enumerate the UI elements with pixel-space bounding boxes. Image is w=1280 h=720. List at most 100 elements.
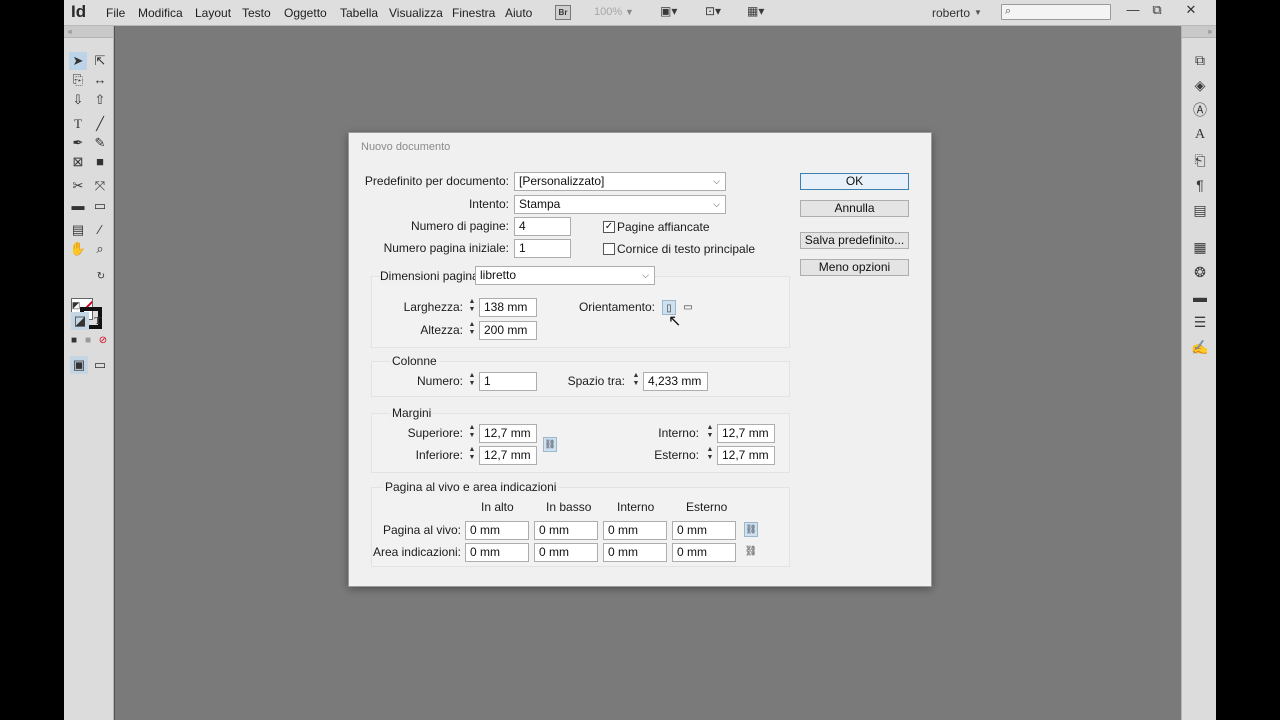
facing-pages-checkbox[interactable]: ✓ xyxy=(603,221,615,233)
margin-inside-input[interactable]: 12,7 mm xyxy=(717,424,775,443)
gradient-panel-icon[interactable]: ▬ xyxy=(1190,287,1210,307)
selection-tool-icon[interactable]: ➤ xyxy=(69,52,87,70)
ok-button[interactable]: OK xyxy=(800,173,909,190)
note-tool-icon[interactable]: ▤ xyxy=(69,221,87,239)
type-tool-icon[interactable]: T xyxy=(69,115,87,133)
menu-finestra[interactable]: Finestra xyxy=(452,6,495,20)
columns-number-input[interactable]: 1 xyxy=(479,372,537,391)
table-panel-icon[interactable]: ▦ xyxy=(1190,237,1210,257)
restore-button[interactable]: ⧉ xyxy=(1146,2,1168,20)
swatches-panel-icon[interactable]: ❂ xyxy=(1190,262,1210,282)
direct-selection-tool-icon[interactable]: ⇱ xyxy=(91,52,109,70)
paragraph-panel-icon[interactable]: ¶ xyxy=(1190,175,1210,195)
menu-layout[interactable]: Layout xyxy=(195,6,231,20)
margin-bottom-stepper[interactable]: ▲ ▼ xyxy=(467,446,477,465)
menu-oggetto[interactable]: Oggetto xyxy=(284,6,327,20)
story-panel-icon[interactable]: ▤ xyxy=(1190,200,1210,220)
pen-tool-icon[interactable]: ✒ xyxy=(69,134,87,152)
margin-outside-input[interactable]: 12,7 mm xyxy=(717,446,775,465)
bleed-bottom-input[interactable]: 0 mm xyxy=(534,521,598,540)
gradient-swatch-tool-icon[interactable]: ▬ xyxy=(69,197,87,215)
intent-select[interactable]: Stampa ⌵ xyxy=(514,195,726,214)
content-collector-icon[interactable]: ⇩ xyxy=(69,91,87,109)
screen-mode-icon[interactable]: ⊡▾ xyxy=(705,4,721,22)
screen-mode-menu-icon[interactable]: ▭ xyxy=(91,356,109,374)
zoom-tool-icon[interactable]: ⌕ xyxy=(91,240,109,258)
slug-bottom-input[interactable]: 0 mm xyxy=(534,543,598,562)
content-placer-icon[interactable]: ⇧ xyxy=(91,91,109,109)
bleed-top-input[interactable]: 0 mm xyxy=(465,521,529,540)
menu-aiuto[interactable]: Aiuto xyxy=(505,6,532,20)
page-size-select[interactable]: libretto ⌵ xyxy=(475,266,655,285)
gutter-stepper[interactable]: ▲ ▼ xyxy=(631,372,641,391)
bleed-outside-input[interactable]: 0 mm xyxy=(672,521,736,540)
fewer-options-button[interactable]: Meno opzioni xyxy=(800,259,909,276)
swap-colors-icon[interactable]: ↻ xyxy=(92,268,110,286)
bleed-inside-input[interactable]: 0 mm xyxy=(603,521,667,540)
minimize-button[interactable]: — xyxy=(1122,2,1144,20)
menu-visualizza[interactable]: Visualizza xyxy=(389,6,443,20)
rectangle-frame-tool-icon[interactable]: ⊠ xyxy=(69,153,87,171)
pages-input[interactable]: 4 xyxy=(514,217,571,236)
page-tool-icon[interactable]: ⎘ xyxy=(69,71,87,89)
user-name[interactable]: roberto xyxy=(932,6,970,20)
normal-view-icon[interactable]: ▣ xyxy=(70,356,88,374)
gap-tool-icon[interactable]: ↔ xyxy=(91,71,109,89)
apply-none-icon[interactable]: ⊘ xyxy=(94,332,112,350)
scissors-tool-icon[interactable]: ✂ xyxy=(69,177,87,195)
link-bleed-icon[interactable]: ⛓ xyxy=(744,522,758,537)
pages-panel-icon[interactable]: ⧉ xyxy=(1190,50,1210,70)
chevron-down-icon[interactable]: ▼ xyxy=(625,7,634,17)
slug-top-input[interactable]: 0 mm xyxy=(465,543,529,562)
link-margins-icon[interactable]: ⛓ xyxy=(543,437,557,452)
cancel-button[interactable]: Annulla xyxy=(800,200,909,217)
character-panel-icon[interactable]: A xyxy=(1190,125,1210,145)
width-stepper[interactable]: ▲ ▼ xyxy=(467,298,477,317)
link-slug-icon[interactable]: ⛓ xyxy=(744,544,758,559)
zoom-level[interactable]: 100% xyxy=(594,6,622,18)
hand-tool-icon[interactable]: ✋ xyxy=(69,240,87,258)
formatting-container-icon[interactable]: ◪ xyxy=(71,312,89,330)
pencil-tool-icon[interactable]: ✎ xyxy=(91,134,109,152)
margin-bottom-input[interactable]: 12,7 mm xyxy=(479,446,537,465)
bridge-icon[interactable]: Br xyxy=(555,5,571,20)
formatting-text-icon[interactable]: T xyxy=(89,312,107,330)
gradient-feather-tool-icon[interactable]: ▭ xyxy=(91,197,109,215)
menu-tabella[interactable]: Tabella xyxy=(340,6,378,20)
menu-testo[interactable]: Testo xyxy=(242,6,271,20)
chevron-down-icon[interactable]: ▼ xyxy=(974,8,982,17)
paragraph-styles-icon[interactable]: ⎗ xyxy=(1190,150,1210,170)
margin-inside-stepper[interactable]: ▲ ▼ xyxy=(705,424,715,443)
preflight-panel-icon[interactable]: ✍ xyxy=(1190,337,1210,357)
margin-top-stepper[interactable]: ▲ ▼ xyxy=(467,424,477,443)
margin-outside-stepper[interactable]: ▲ ▼ xyxy=(705,446,715,465)
line-tool-icon[interactable]: ╱ xyxy=(91,115,109,133)
eyedropper-tool-icon[interactable]: ⁄ xyxy=(91,221,109,239)
margin-top-input[interactable]: 12,7 mm xyxy=(479,424,537,443)
character-styles-icon[interactable]: Ⓐ xyxy=(1190,100,1210,120)
search-input[interactable]: ⌕ xyxy=(1001,4,1111,20)
layers-panel-icon[interactable]: ◈ xyxy=(1190,75,1210,95)
arrange-documents-icon[interactable]: ▦▾ xyxy=(747,4,764,22)
preset-select[interactable]: [Personalizzato] ⌵ xyxy=(514,172,726,191)
menu-modifica[interactable]: Modifica xyxy=(138,6,183,20)
primary-text-frame-checkbox[interactable] xyxy=(603,243,615,255)
free-transform-tool-icon[interactable]: ⤧ xyxy=(91,177,109,195)
slug-inside-input[interactable]: 0 mm xyxy=(603,543,667,562)
view-options-icon[interactable]: ▣▾ xyxy=(660,4,677,22)
close-button[interactable]: ✕ xyxy=(1180,2,1202,20)
panel-collapse-icon[interactable]: « xyxy=(64,26,113,38)
height-input[interactable]: 200 mm xyxy=(479,321,537,340)
menu-file[interactable]: File xyxy=(106,6,125,20)
width-input[interactable]: 138 mm xyxy=(479,298,537,317)
columns-number-stepper[interactable]: ▲ ▼ xyxy=(467,372,477,391)
height-stepper[interactable]: ▲ ▼ xyxy=(467,321,477,340)
align-panel-icon[interactable]: ☰ xyxy=(1190,312,1210,332)
start-page-input[interactable]: 1 xyxy=(514,239,571,258)
rectangle-tool-icon[interactable]: ■ xyxy=(91,153,109,171)
slug-outside-input[interactable]: 0 mm xyxy=(672,543,736,562)
gutter-input[interactable]: 4,233 mm xyxy=(643,372,708,391)
panel-expand-icon[interactable]: » xyxy=(1182,26,1216,38)
landscape-orientation-icon[interactable]: ▭ xyxy=(681,300,695,315)
save-preset-button[interactable]: Salva predefinito... xyxy=(800,232,909,249)
